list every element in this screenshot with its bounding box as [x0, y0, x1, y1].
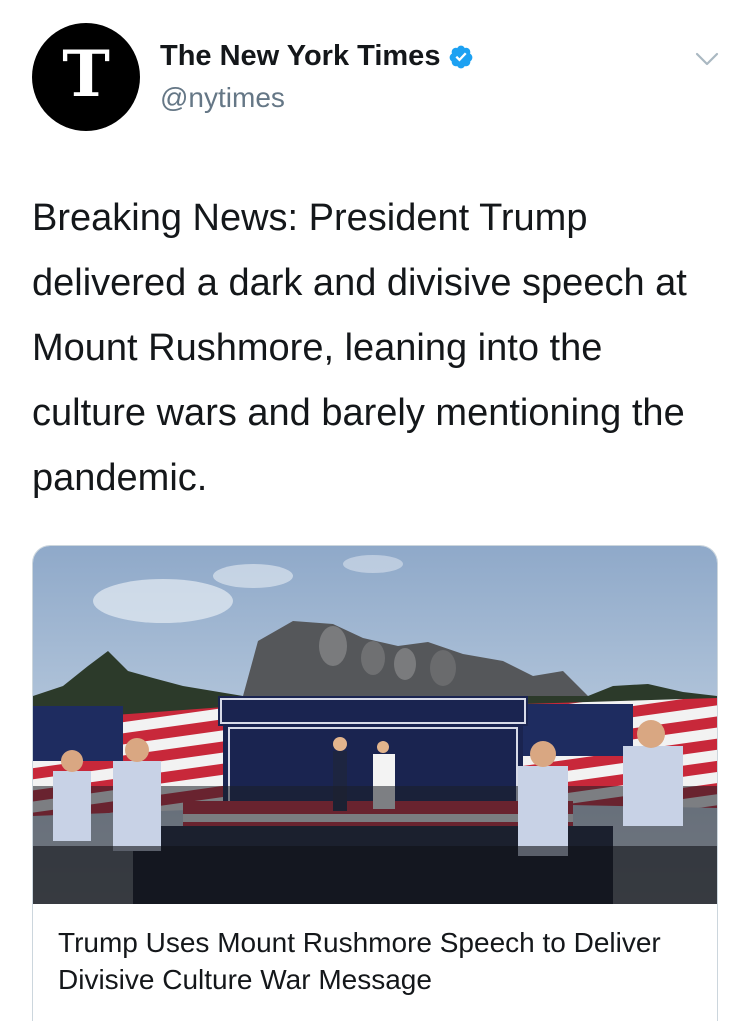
- display-name-text: The New York Times: [160, 40, 441, 72]
- link-card[interactable]: Trump Uses Mount Rushmore Speech to Deli…: [32, 545, 718, 1021]
- nytimes-avatar[interactable]: T: [32, 23, 140, 131]
- verified-badge-icon: [450, 45, 473, 68]
- account-handle[interactable]: @nytimes: [160, 82, 285, 114]
- account-display-name[interactable]: The New York Times: [160, 40, 474, 73]
- link-card-title: Trump Uses Mount Rushmore Speech to Deli…: [58, 927, 661, 995]
- tweet-text: Breaking News: President Trump delivered…: [32, 197, 687, 499]
- chevron-down-icon[interactable]: [694, 50, 720, 68]
- nytimes-logo-icon: T: [62, 37, 110, 112]
- card-image: [33, 546, 717, 904]
